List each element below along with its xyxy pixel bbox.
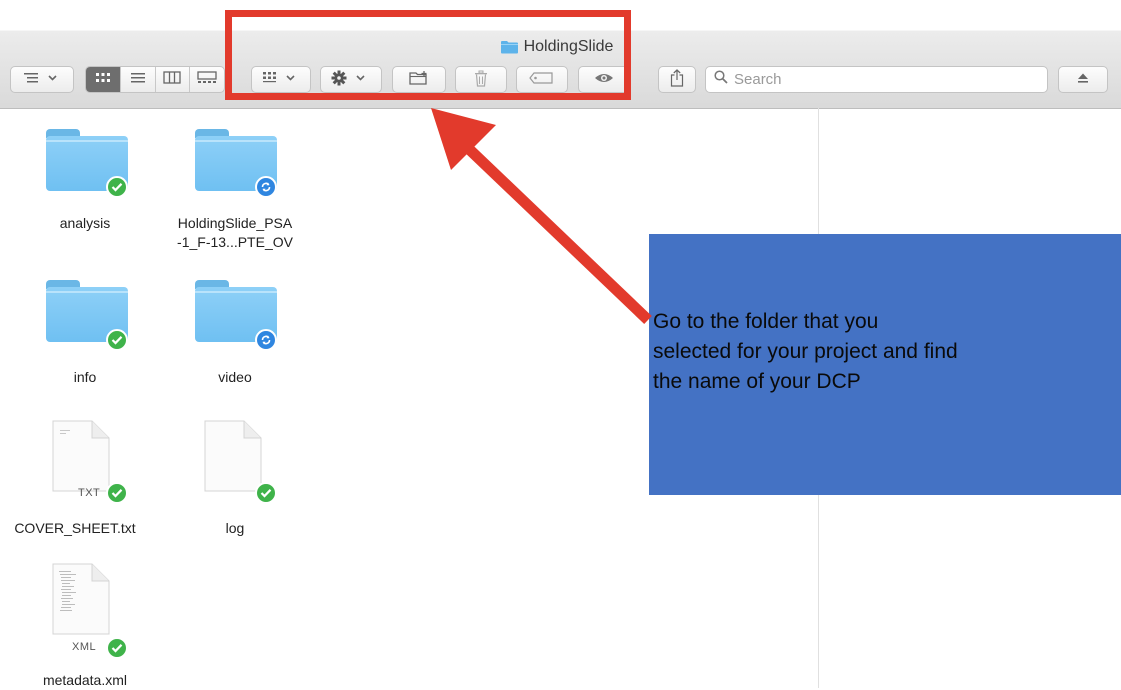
callout-line: Go to the folder that you: [653, 310, 879, 333]
callout-line: selected for your project and find: [653, 340, 958, 363]
callout-text: Go to the folder that you selected for y…: [653, 307, 1121, 427]
callout-line: the name of your DCP: [653, 370, 861, 393]
